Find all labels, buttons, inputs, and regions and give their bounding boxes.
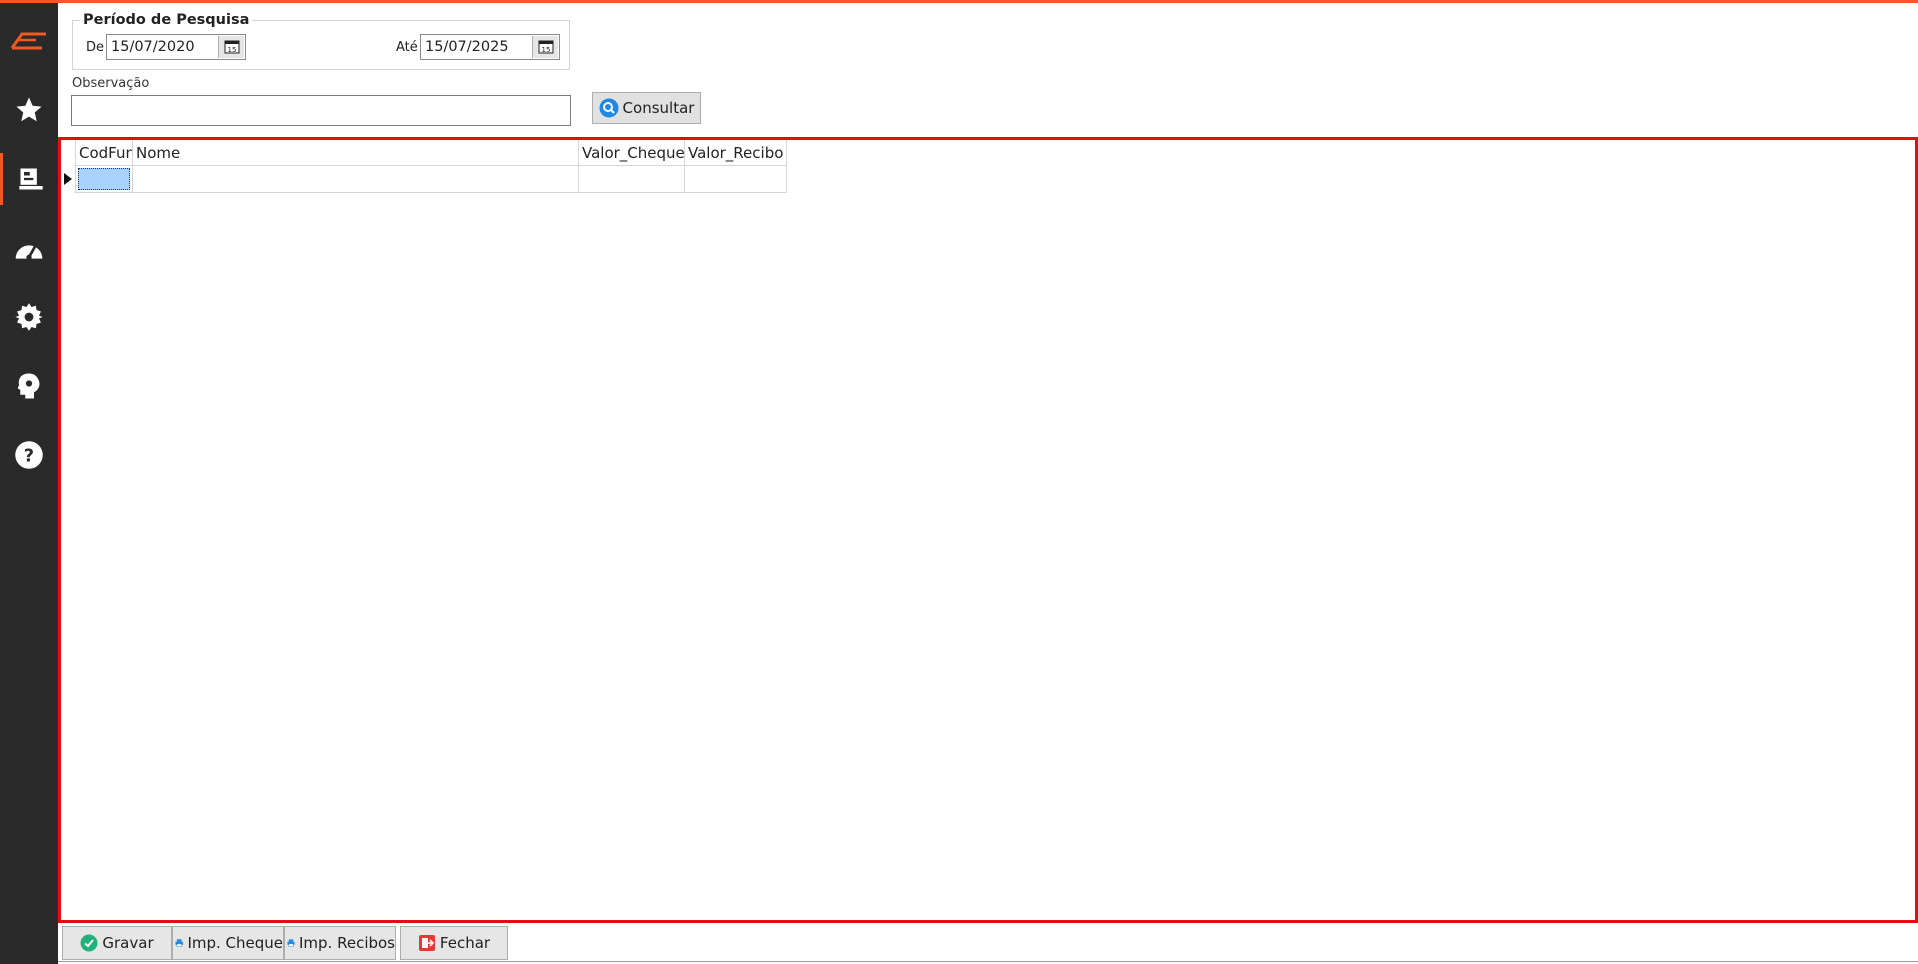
gear-icon[interactable]: [0, 291, 58, 343]
print-receipt-button-label: Imp. Recibos: [299, 934, 395, 952]
table-cell-valor-recibo[interactable]: [685, 166, 787, 193]
selected-cell[interactable]: [78, 168, 130, 190]
column-header-codfun[interactable]: CodFun: [75, 140, 133, 166]
column-header-nome[interactable]: Nome: [133, 140, 579, 166]
calendar-icon[interactable]: 15: [532, 36, 558, 58]
bottom-toolbar: Gravar Imp. Cheque Imp. Recibos Fechar: [58, 925, 1918, 964]
to-date-field[interactable]: 15/07/2025 15: [420, 34, 560, 60]
star-icon[interactable]: [0, 84, 58, 136]
head-gear-icon[interactable]: [0, 360, 58, 412]
table-cell-valor-cheque[interactable]: [579, 166, 685, 193]
calendar-icon[interactable]: 15: [218, 36, 244, 58]
row-indicator-icon: [62, 169, 74, 189]
from-date-field[interactable]: 15/07/2020 15: [106, 34, 246, 60]
exit-door-icon: [418, 935, 435, 951]
sidebar: ?: [0, 3, 58, 964]
print-check-button-label: Imp. Cheque: [187, 934, 283, 952]
svg-text:?: ?: [24, 446, 34, 466]
printer-icon: [175, 939, 183, 947]
consult-button[interactable]: Consultar: [592, 92, 701, 124]
logo-icon[interactable]: [0, 15, 58, 67]
from-date-value[interactable]: 15/07/2020: [107, 39, 218, 55]
dashboard-gauge-icon[interactable]: [0, 222, 58, 274]
table-row[interactable]: [75, 166, 133, 193]
top-accent-line: [0, 0, 1918, 3]
save-button-label: Gravar: [102, 934, 154, 952]
table-cell-nome[interactable]: [133, 166, 579, 193]
save-button[interactable]: Gravar: [62, 926, 172, 960]
check-circle-icon: [80, 934, 98, 952]
print-check-button[interactable]: Imp. Cheque: [172, 926, 284, 960]
column-header-valor-recibo[interactable]: Valor_Recibo: [685, 140, 787, 166]
to-date-value[interactable]: 15/07/2025: [421, 39, 532, 55]
column-header-valor-cheque[interactable]: Valor_Cheque: [579, 140, 685, 166]
from-date-label: De: [86, 40, 105, 55]
close-button-label: Fechar: [439, 934, 491, 952]
to-date-label: Até: [396, 40, 418, 55]
data-grid[interactable]: CodFun Nome Valor_Cheque Valor_Recibo: [58, 137, 1918, 923]
help-icon[interactable]: ?: [0, 429, 58, 481]
bottom-divider: [58, 961, 1918, 962]
printer-icon: [287, 939, 295, 947]
consult-button-label: Consultar: [622, 99, 695, 117]
period-group-title: Período de Pesquisa: [80, 12, 253, 28]
svg-text:15: 15: [227, 46, 236, 54]
register-icon[interactable]: [0, 153, 58, 205]
observation-input[interactable]: [71, 95, 571, 126]
search-icon: [599, 98, 619, 118]
close-button[interactable]: Fechar: [400, 926, 508, 960]
observation-label: Observação: [72, 76, 150, 91]
svg-text:15: 15: [541, 46, 550, 54]
print-receipt-button[interactable]: Imp. Recibos: [284, 926, 396, 960]
